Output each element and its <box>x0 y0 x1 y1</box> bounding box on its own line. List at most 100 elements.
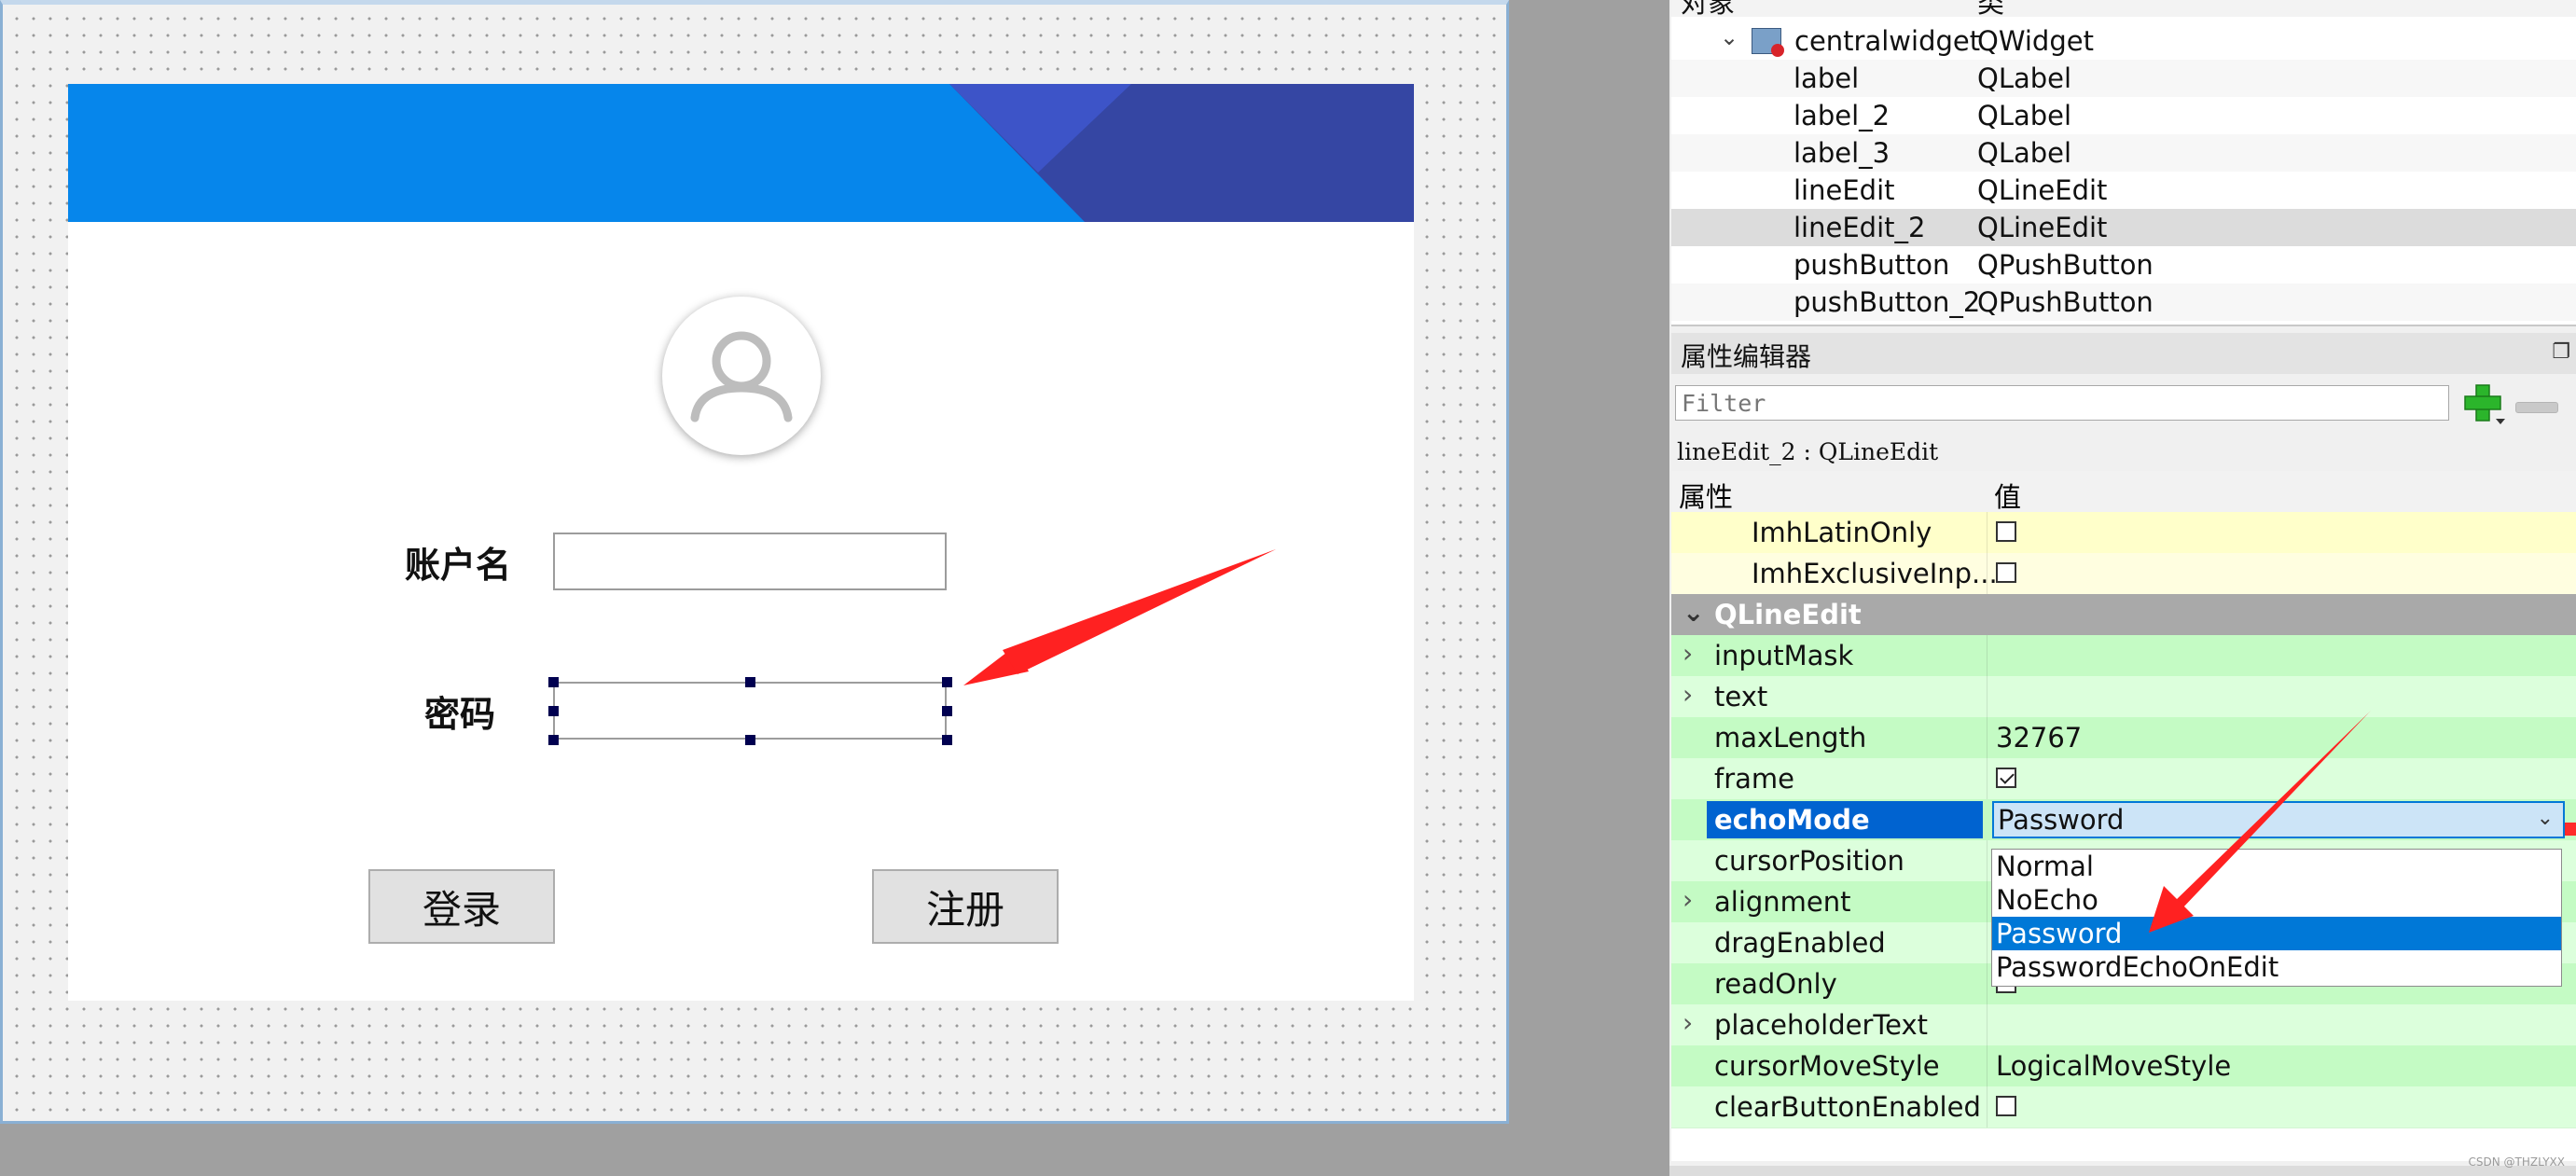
resize-handle-bottom-left[interactable] <box>548 735 559 745</box>
frame-checkbox[interactable] <box>1996 768 2016 788</box>
property-editor-title-bar: 属性编辑器 ❐ <box>1671 333 2576 374</box>
object-name: lineEdit <box>1794 174 1895 206</box>
object-class: QLineEdit <box>1977 212 2108 243</box>
property-filter-input[interactable] <box>1675 385 2449 421</box>
property-value[interactable]: LogicalMoveStyle <box>1996 1050 2231 1082</box>
clearbuttonenabled-checkbox[interactable] <box>1996 1096 2016 1116</box>
object-name: label_3 <box>1794 137 1890 169</box>
remove-property-icon[interactable] <box>2515 402 2558 413</box>
property-row-maxlength[interactable]: maxLength 32767 <box>1671 717 2576 759</box>
property-editor: 属性编辑器 ❐ lineEdit_2 : QLineEdit 属性 值 ImhL… <box>1671 333 2576 1176</box>
red-annotation-arrow <box>2149 711 2371 933</box>
property-table[interactable]: 属性 值 ImhLatinOnly ImhExclusiveInp... ⌄ Q… <box>1671 471 2576 1161</box>
echomode-name-cell: echoMode <box>1707 801 1983 838</box>
register-button[interactable]: 注册 <box>872 869 1059 944</box>
resize-handle-top-left[interactable] <box>548 677 559 687</box>
object-name: lineEdit_2 <box>1794 212 1926 243</box>
imhlatinonly-checkbox[interactable] <box>1996 521 2016 542</box>
widget-icon <box>1752 28 1784 57</box>
property-row-echomode[interactable]: echoMode Password ⌄ <box>1671 799 2576 841</box>
property-name: inputMask <box>1714 640 1854 671</box>
header-banner <box>68 84 1414 222</box>
tree-row-label-2[interactable]: label_2 QLabel <box>1671 97 2576 134</box>
object-column-header: 对象 <box>1681 0 1736 19</box>
red-annotation-arrow <box>963 549 1276 685</box>
tree-row-centralwidget[interactable]: ⌄ centralwidget QWidget <box>1671 22 2576 60</box>
chevron-right-icon[interactable]: › <box>1683 884 1693 915</box>
option-label: NoEcho <box>1996 884 2098 916</box>
chevron-right-icon[interactable]: › <box>1683 679 1693 710</box>
echomode-option-passwordechoonedit[interactable]: PasswordEchoOnEdit <box>1992 950 2561 984</box>
tree-row-lineedit-2[interactable]: lineEdit_2 QLineEdit <box>1671 209 2576 246</box>
right-dock-panel: 对象 类 ⌄ centralwidget QWidget label QLabe… <box>1669 0 2576 1176</box>
resize-handle-left[interactable] <box>548 706 559 716</box>
echomode-selected-value: Password <box>1998 804 2125 836</box>
property-value[interactable]: 32767 <box>1996 722 2082 754</box>
object-name: label <box>1794 62 1860 94</box>
tree-row-label[interactable]: label QLabel <box>1671 60 2576 97</box>
chevron-down-icon[interactable]: ⌄ <box>1720 24 1738 50</box>
object-class: QLabel <box>1977 100 2072 131</box>
property-group-qlineedit[interactable]: ⌄ QLineEdit <box>1671 594 2576 636</box>
next-dock-title-strip <box>1669 1166 2576 1176</box>
property-name: maxLength <box>1714 722 1867 754</box>
object-inspector[interactable]: 对象 类 ⌄ centralwidget QWidget label QLabe… <box>1671 0 2576 326</box>
property-column-header: 属性 <box>1679 481 1734 513</box>
property-name: ImhExclusiveInp... <box>1752 558 1998 589</box>
resize-handle-top[interactable] <box>745 677 755 687</box>
property-editor-title: 属性编辑器 <box>1681 341 1812 372</box>
property-name: echoMode <box>1714 804 1870 836</box>
tree-row-lineedit[interactable]: lineEdit QLineEdit <box>1671 172 2576 209</box>
add-property-icon[interactable] <box>2460 381 2509 426</box>
group-name: QLineEdit <box>1714 599 1862 630</box>
option-label: Password <box>1996 918 2123 949</box>
property-row-imhlatinonly[interactable]: ImhLatinOnly <box>1671 512 2576 554</box>
chevron-down-icon[interactable]: ⌄ <box>2537 807 2554 830</box>
imhexclusiveinput-checkbox[interactable] <box>1996 562 2016 583</box>
property-name: frame <box>1714 763 1794 795</box>
float-window-icon[interactable]: ❐ <box>2552 340 2570 364</box>
class-column-header: 类 <box>1977 0 2005 19</box>
resize-handle-right[interactable] <box>942 706 952 716</box>
object-class: QWidget <box>1977 25 2094 57</box>
chevron-right-icon[interactable]: › <box>1683 1007 1693 1038</box>
user-avatar-icon <box>662 297 821 455</box>
value-column-header: 值 <box>1994 481 2022 513</box>
tree-row-pushbutton-2[interactable]: pushButton_2 QPushButton <box>1671 284 2576 321</box>
option-label: Normal <box>1996 851 2094 882</box>
account-name-input[interactable] <box>553 533 947 590</box>
property-name: readOnly <box>1714 968 1837 1000</box>
resize-handle-bottom-right[interactable] <box>942 735 952 745</box>
tree-row-label-3[interactable]: label_3 QLabel <box>1671 134 2576 172</box>
designer-form-canvas[interactable]: 账户名 密码 登录 注册 <box>0 0 1509 1124</box>
password-input-selected[interactable] <box>553 682 947 740</box>
object-name: pushButton <box>1794 249 1950 281</box>
account-name-label: 账户名 <box>405 545 512 586</box>
object-class: QPushButton <box>1977 286 2154 318</box>
resize-handle-top-right[interactable] <box>942 677 952 687</box>
chevron-right-icon[interactable]: › <box>1683 638 1693 669</box>
property-row-cursormovestyle[interactable]: cursorMoveStyle LogicalMoveStyle <box>1671 1045 2576 1087</box>
property-name: alignment <box>1714 886 1851 918</box>
tree-row-pushbutton[interactable]: pushButton QPushButton <box>1671 246 2576 284</box>
property-row-placeholdertext[interactable]: › placeholderText <box>1671 1004 2576 1046</box>
object-inspector-header: 对象 类 <box>1671 0 2576 19</box>
object-class: QLabel <box>1977 137 2072 169</box>
object-class: QLabel <box>1977 62 2072 94</box>
login-button[interactable]: 登录 <box>368 869 555 944</box>
chevron-down-icon[interactable]: ⌄ <box>1683 597 1704 628</box>
property-row-clearbuttonenabled[interactable]: clearButtonEnabled <box>1671 1086 2576 1128</box>
object-class: QLineEdit <box>1977 174 2108 206</box>
property-name: ImhLatinOnly <box>1752 517 1932 548</box>
property-name: placeholderText <box>1714 1009 1929 1041</box>
property-row-text[interactable]: › text <box>1671 676 2576 718</box>
property-row-frame[interactable]: frame <box>1671 758 2576 800</box>
resize-handle-bottom[interactable] <box>745 735 755 745</box>
watermark: CSDN @THZLYXX <box>2468 1155 2565 1169</box>
object-name: centralwidget <box>1794 25 1981 57</box>
reset-property-icon[interactable] <box>2565 823 2576 836</box>
object-class: QPushButton <box>1977 249 2154 281</box>
login-form-widget[interactable]: 账户名 密码 登录 注册 <box>68 84 1414 1001</box>
property-row-inputmask[interactable]: › inputMask <box>1671 635 2576 677</box>
property-row-imhexclusiveinput[interactable]: ImhExclusiveInp... <box>1671 553 2576 595</box>
